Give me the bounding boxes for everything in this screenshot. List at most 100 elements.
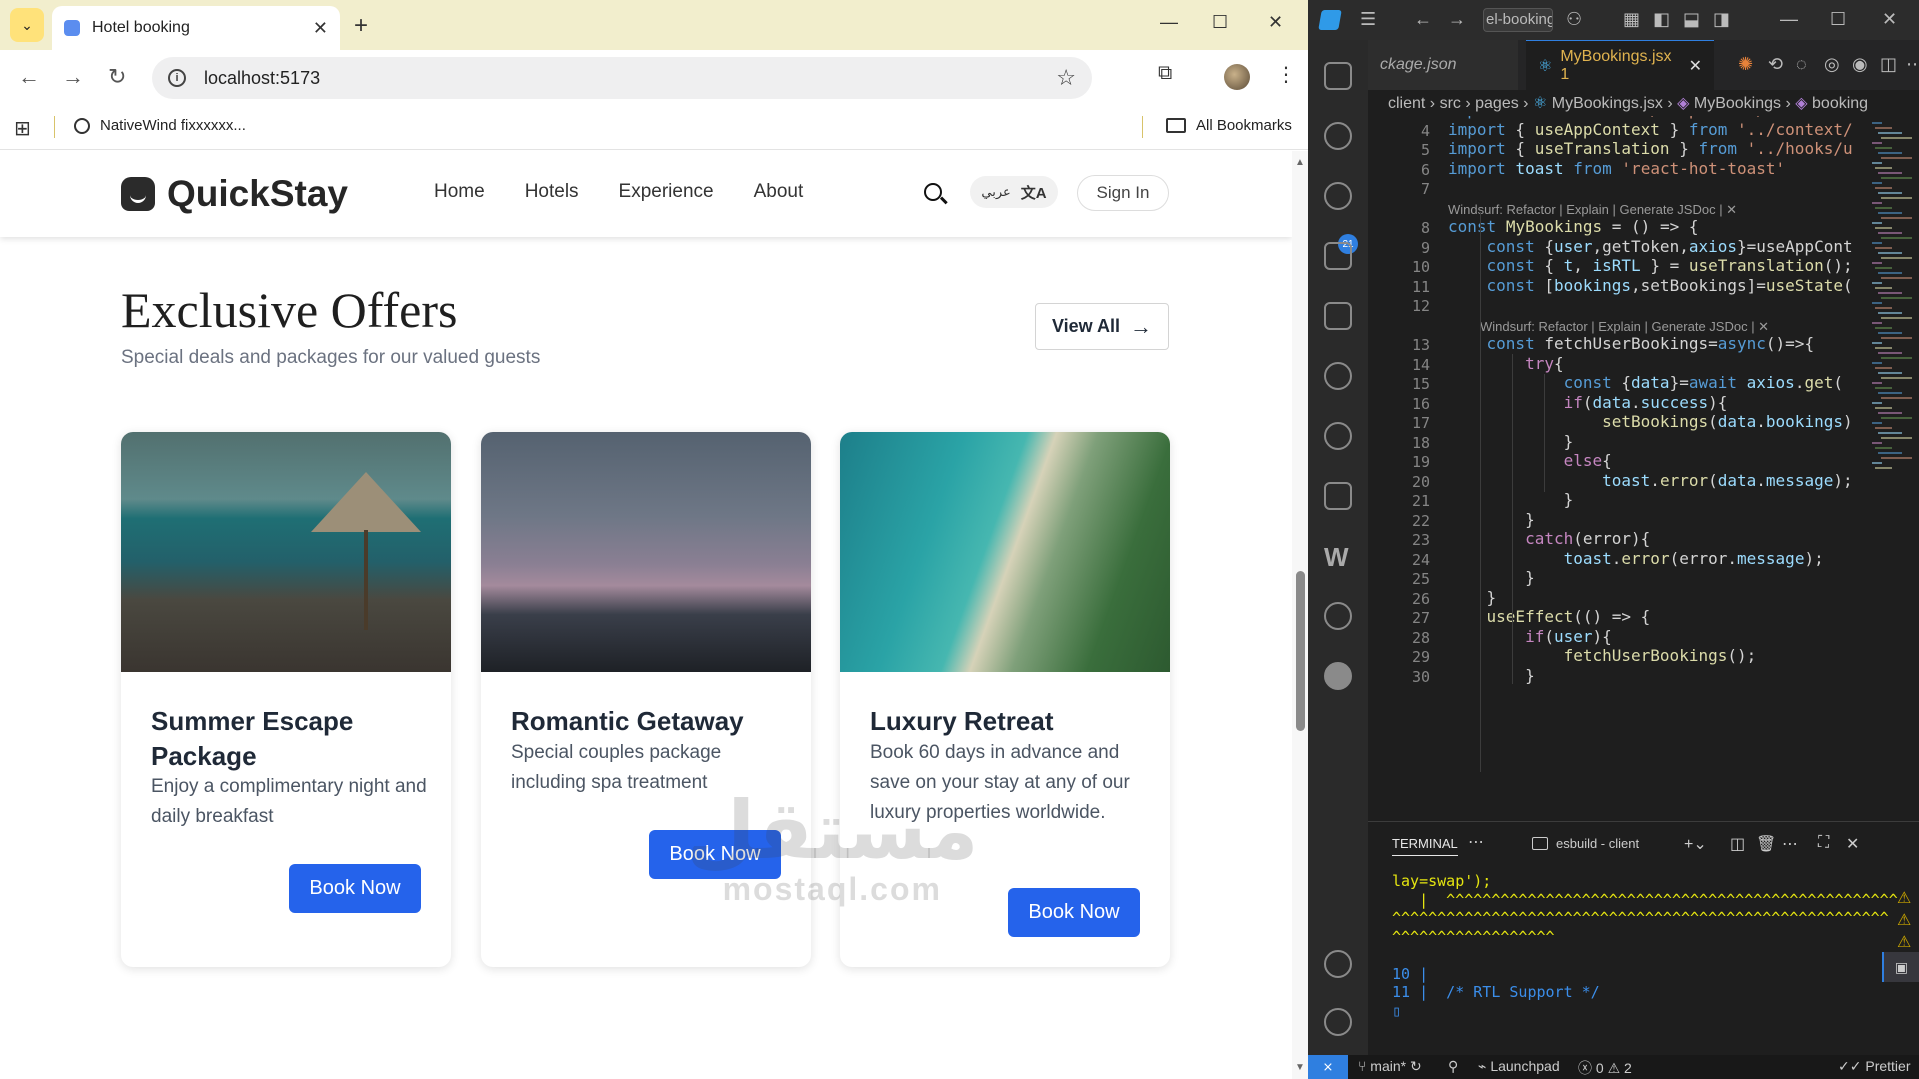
layout-icon[interactable]: ▦ — [1623, 9, 1640, 30]
nav-link-about[interactable]: About — [754, 181, 804, 203]
menu-dots-icon[interactable]: ⋮ — [1276, 62, 1296, 87]
nav-link-home[interactable]: Home — [434, 181, 485, 203]
maximize-icon[interactable]: ☐ — [1212, 12, 1228, 33]
code-line[interactable]: import toast from 'react-hot-toast' — [1448, 159, 1785, 178]
site-logo[interactable]: QuickStay — [121, 173, 348, 215]
code-line[interactable]: const {data}=await axios.get( — [1448, 373, 1843, 392]
timeline-prev-icon[interactable]: ◌ — [1796, 54, 1807, 75]
close-window-icon[interactable]: ✕ — [1268, 12, 1283, 33]
problems-indicator[interactable]: ⓧ 0 ⚠ 2 — [1578, 1058, 1632, 1078]
forward-icon[interactable]: → — [62, 64, 84, 90]
bookmark-star-icon[interactable]: ☆ — [1056, 65, 1076, 91]
code-line[interactable]: } — [1448, 588, 1497, 607]
search-icon[interactable] — [924, 183, 942, 201]
view-all-button[interactable]: View All → — [1035, 303, 1169, 350]
code-line[interactable]: setBookings(data.bookings) — [1448, 412, 1852, 431]
trash-icon[interactable]: 🗑 — [1756, 834, 1776, 854]
panel-more-icon[interactable]: ⋯ — [1468, 832, 1484, 852]
openai-icon[interactable] — [1324, 602, 1352, 630]
branch-indicator[interactable]: ⑂ main* ↻ — [1358, 1058, 1422, 1075]
page-scrollbar[interactable]: ▲ ▼ — [1292, 151, 1308, 1079]
book-now-button[interactable]: Book Now — [1008, 888, 1140, 937]
code-line[interactable]: const MyBookings = () => { — [1448, 217, 1698, 236]
close-panel-icon[interactable]: ✕ — [1846, 834, 1859, 854]
toggle-secondary-sidebar-icon[interactable]: ◨ — [1713, 9, 1730, 30]
code-line[interactable]: } — [1448, 568, 1535, 587]
prettier-indicator[interactable]: ✓✓ Prettier — [1838, 1058, 1910, 1075]
back-icon[interactable]: ← — [1414, 9, 1432, 30]
warning-icon[interactable]: ⚠ — [1897, 910, 1911, 930]
all-bookmarks-button[interactable]: All Bookmarks — [1166, 117, 1292, 134]
terminal-selector[interactable]: esbuild - client — [1532, 836, 1639, 851]
browser-tab[interactable]: Hotel booking ✕ — [52, 6, 340, 50]
code-line[interactable]: else{ — [1448, 451, 1612, 470]
code-line[interactable]: } — [1448, 490, 1574, 509]
copilot-icon[interactable]: ⚇ — [1566, 9, 1582, 30]
git-graph-icon[interactable] — [1324, 362, 1352, 390]
code-line[interactable]: const { t, isRTL } = useTranslation(); — [1448, 256, 1853, 275]
terminal-instance-button[interactable]: ▣ — [1882, 952, 1919, 982]
gitlens-status-icon[interactable]: ⚲ — [1448, 1058, 1458, 1075]
language-toggle-button[interactable]: عربي 文A — [970, 176, 1058, 208]
minimize-icon[interactable]: — — [1780, 9, 1798, 30]
warning-icon[interactable]: ⚠ — [1897, 932, 1911, 952]
code-line[interactable]: import { useTranslation } from '../hooks… — [1448, 139, 1853, 158]
codeium-icon[interactable]: ✺ — [1738, 54, 1753, 75]
close-tab-icon[interactable]: ✕ — [1689, 56, 1702, 76]
code-line[interactable]: useEffect(() => { — [1448, 607, 1651, 626]
code-line[interactable]: toast.error(error.message); — [1448, 549, 1824, 568]
hamburger-menu-icon[interactable]: ☰ — [1360, 9, 1376, 30]
tab-mybookings[interactable]: ⚛ MyBookings.jsx 1 ✕ — [1526, 40, 1714, 90]
scrollbar-thumb[interactable] — [1296, 571, 1305, 731]
forward-icon[interactable]: → — [1448, 9, 1466, 30]
warning-icon[interactable]: ⚠ — [1897, 888, 1911, 908]
minimap[interactable] — [1868, 116, 1919, 821]
code-line[interactable]: const [bookings,setBookings]=useState( — [1448, 276, 1853, 295]
url-text[interactable]: localhost:5173 — [204, 68, 1056, 89]
code-line[interactable]: try{ — [1448, 354, 1564, 373]
back-icon[interactable]: ← — [18, 64, 40, 90]
run-debug-icon[interactable] — [1324, 242, 1352, 270]
code-line[interactable]: } — [1448, 666, 1535, 685]
code-line[interactable]: } — [1448, 510, 1535, 529]
sign-in-button[interactable]: Sign In — [1077, 175, 1169, 211]
code-editor[interactable]: 3import Title from '../components/Title'… — [1368, 116, 1919, 821]
extensions-icon[interactable]: ⧉ — [1158, 62, 1172, 85]
codelens[interactable]: Windsurf: Refactor | Explain | Generate … — [1448, 202, 1737, 218]
close-window-icon[interactable]: ✕ — [1882, 9, 1897, 30]
remote-explorer-icon[interactable] — [1324, 662, 1352, 690]
codelens[interactable]: Windsurf: Refactor | Explain | Generate … — [1480, 319, 1769, 335]
breadcrumb-item[interactable]: MyBookings — [1694, 95, 1781, 112]
code-line[interactable]: fetchUserBookings(); — [1448, 646, 1757, 665]
launchpad-item[interactable]: ⌁ Launchpad — [1478, 1058, 1560, 1075]
compare-icon[interactable]: ⟲ — [1768, 54, 1783, 75]
tab-package-json[interactable]: ckage.json — [1368, 40, 1518, 90]
code-line[interactable]: if(data.success){ — [1448, 393, 1728, 412]
reload-icon[interactable]: ↻ — [108, 64, 126, 90]
terminal-more-icon[interactable]: ⋯ — [1782, 834, 1798, 854]
split-terminal-icon[interactable]: ◫ — [1730, 834, 1745, 854]
search-icon[interactable] — [1324, 122, 1352, 150]
breadcrumb-item[interactable]: booking — [1812, 95, 1868, 112]
code-line[interactable]: if(user){ — [1448, 627, 1612, 646]
toggle-sidebar-icon[interactable]: ◧ — [1653, 9, 1670, 30]
nav-link-hotels[interactable]: Hotels — [525, 181, 579, 203]
tab-terminal[interactable]: TERMINAL — [1392, 836, 1458, 856]
gitlens-compare-icon[interactable]: ◉ — [1852, 54, 1868, 75]
apps-grid-icon[interactable]: ⊞ — [14, 116, 31, 141]
breadcrumb-item[interactable]: MyBookings.jsx — [1552, 95, 1663, 112]
code-line[interactable]: import { useAppContext } from '../contex… — [1448, 120, 1853, 139]
code-line[interactable]: const fetchUserBookings=async()=>{ — [1448, 334, 1815, 353]
nav-link-experience[interactable]: Experience — [619, 181, 714, 203]
extensions-icon[interactable] — [1324, 302, 1352, 330]
toggle-panel-icon[interactable]: ⬓ — [1683, 9, 1700, 30]
scroll-up-icon[interactable]: ▲ — [1295, 157, 1305, 168]
minimize-icon[interactable]: — — [1160, 12, 1178, 33]
site-info-icon[interactable]: i — [168, 69, 186, 87]
code-line[interactable]: toast.error(data.message); — [1448, 471, 1853, 490]
breadcrumb-item[interactable]: client — [1388, 95, 1425, 112]
figma-icon[interactable] — [1324, 482, 1352, 510]
settings-gear-icon[interactable] — [1324, 1008, 1352, 1036]
source-control-icon[interactable] — [1324, 182, 1352, 210]
new-terminal-icon[interactable]: +⌄ — [1684, 834, 1707, 854]
